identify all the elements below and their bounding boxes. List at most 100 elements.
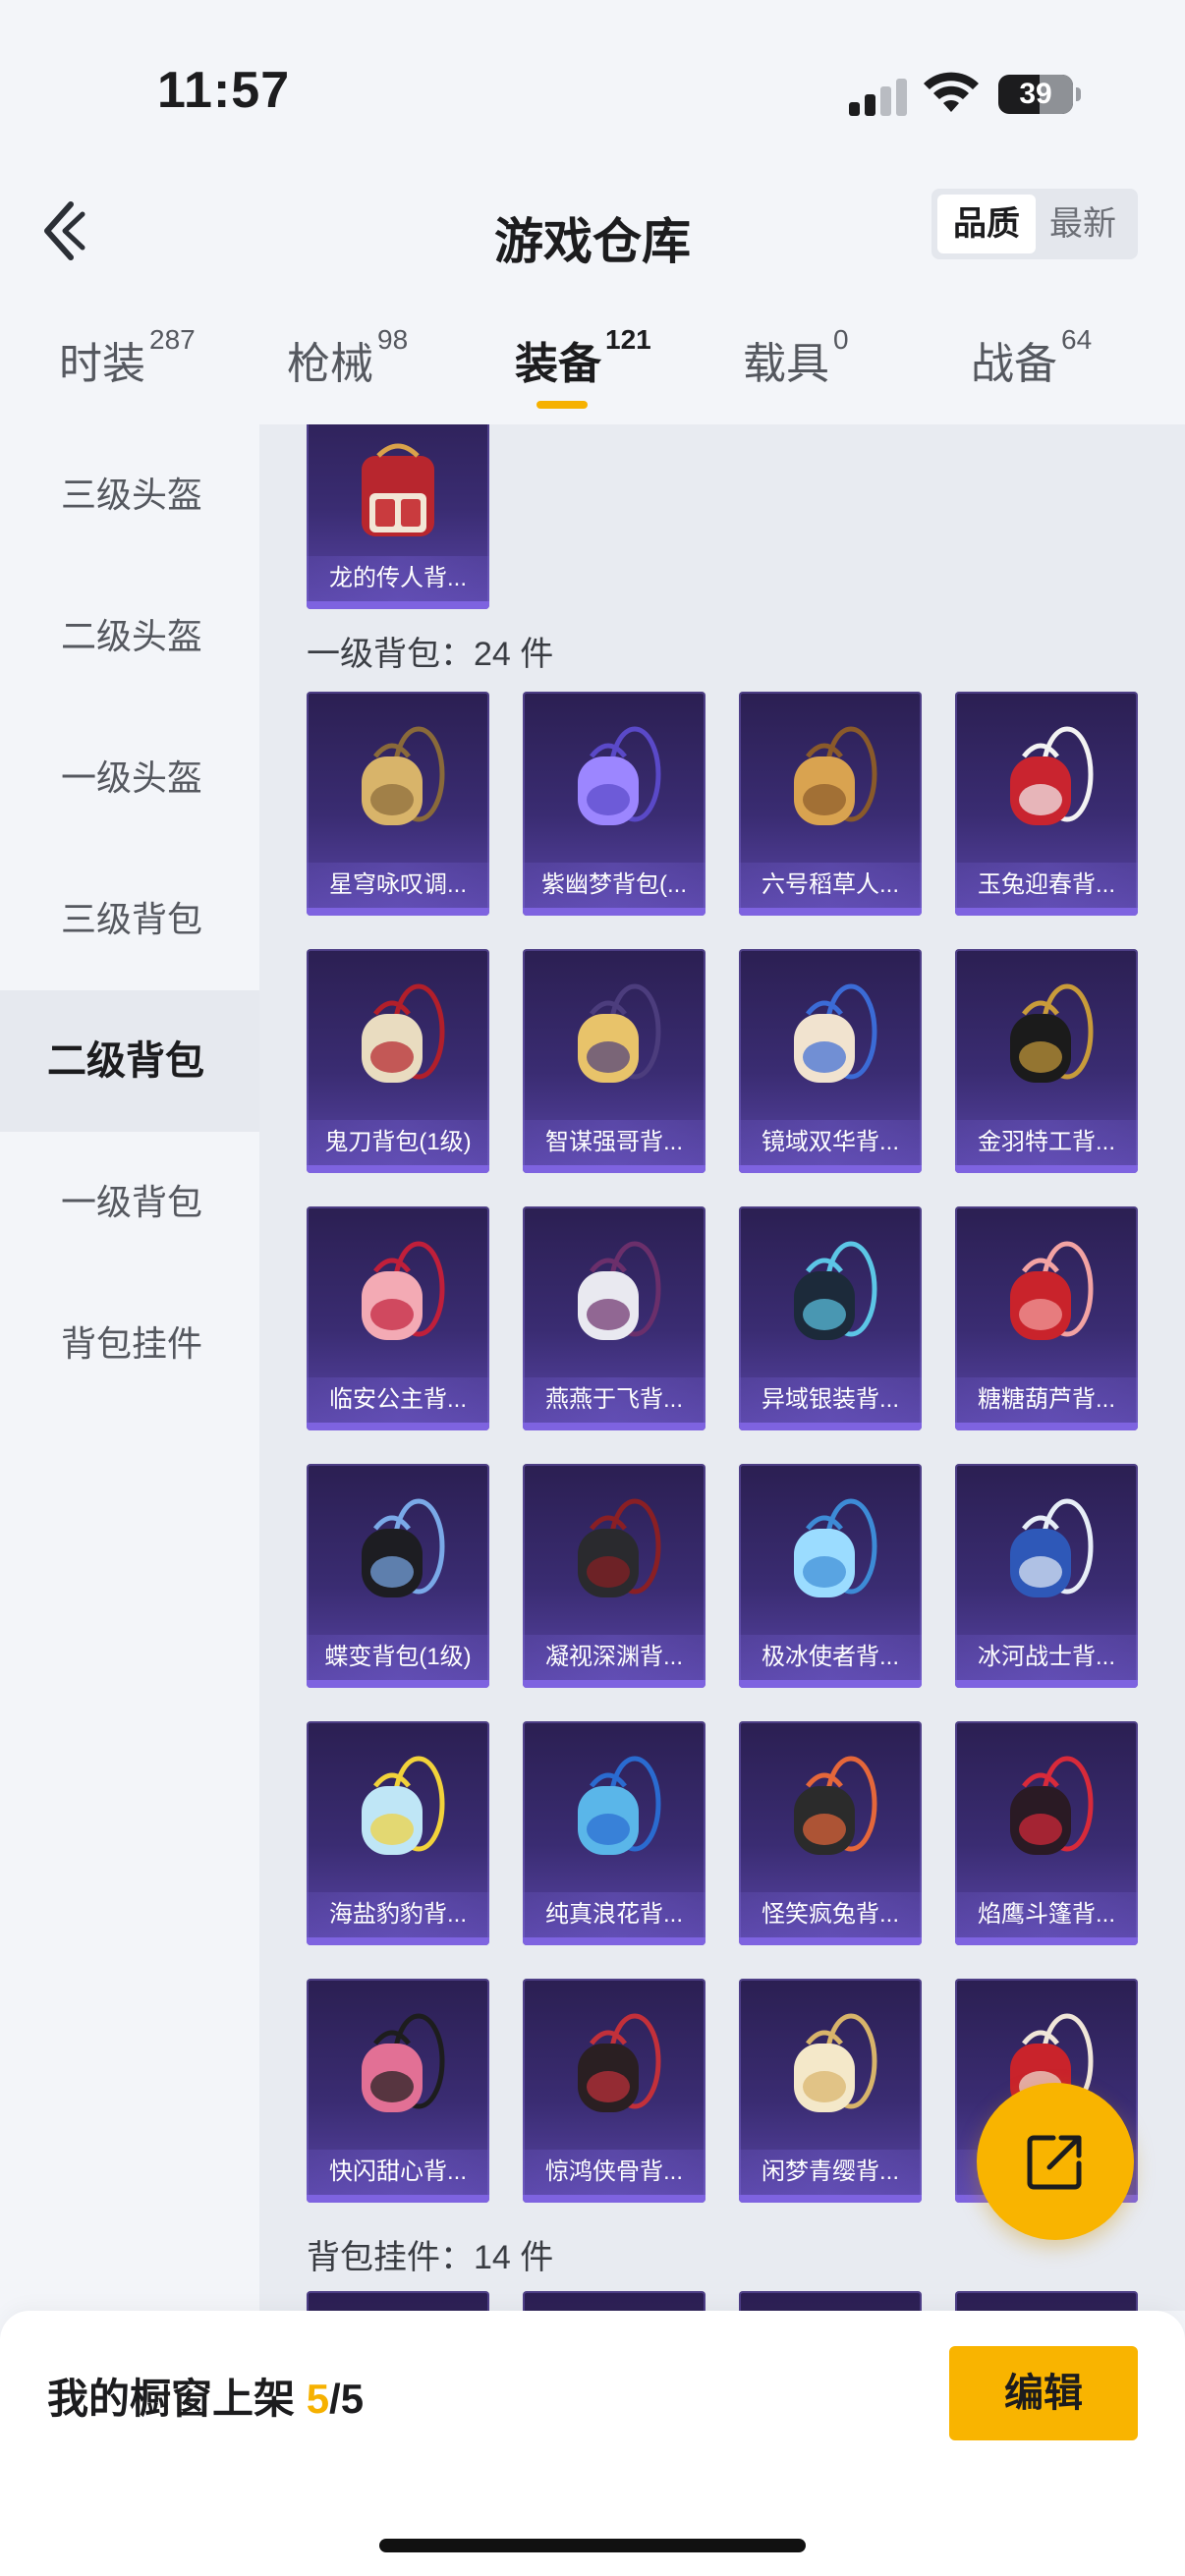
item-name: 龙的传人背... [307, 556, 489, 601]
item-card[interactable]: 快闪甜心背... [307, 1979, 489, 2203]
tab-count: 121 [605, 324, 651, 355]
item-card[interactable]: 纯真浪花背... [523, 1721, 705, 1945]
item-card[interactable]: 星穹咏叹调... [307, 692, 489, 916]
item-name: 紫幽梦背包(... [523, 863, 705, 908]
sidebar-item-helmet-1[interactable]: 一级头盔 [0, 707, 259, 849]
fan-bag-icon [578, 1241, 661, 1340]
tab-count: 98 [377, 324, 409, 355]
wave-cup-bag-icon [578, 1756, 661, 1855]
share-export-icon [1027, 2135, 1082, 2190]
butterfly-bag-icon [362, 1498, 445, 1597]
item-card-partial[interactable] [955, 2291, 1138, 2311]
item-card[interactable]: 镜域双华背... [739, 949, 922, 1173]
sidebar-item-backpack-charms[interactable]: 背包挂件 [0, 1273, 259, 1415]
item-name: 冰河战士背... [955, 1635, 1138, 1680]
item-card[interactable]: 异域银装背... [739, 1206, 922, 1430]
item-card-partial[interactable] [307, 2291, 489, 2311]
sidebar: 三级头盔 二级头盔 一级头盔 三级背包 二级背包 一级背包 背包挂件 [0, 424, 259, 2311]
item-card-partial[interactable] [739, 2291, 922, 2311]
item-name: 快闪甜心背... [307, 2150, 489, 2195]
item-card-partial[interactable] [523, 2291, 705, 2311]
abyss-backpack-icon [578, 1498, 661, 1597]
tab-equipment[interactable]: 装备121 [515, 324, 651, 391]
tab-fashion[interactable]: 时装287 [59, 324, 196, 391]
item-name: 燕燕于飞背... [523, 1377, 705, 1423]
edit-button[interactable]: 编辑 [949, 2346, 1138, 2440]
flower-bag-icon [362, 1241, 445, 1340]
sidebar-item-backpack-3[interactable]: 三级背包 [0, 849, 259, 990]
item-card[interactable]: 怪笑疯兔背... [739, 1721, 922, 1945]
gold-sling-bag-icon [362, 726, 445, 825]
item-name: 星穹咏叹调... [307, 863, 489, 908]
item-name: 鬼刀背包(1级) [307, 1120, 489, 1165]
purple-orb-bag-icon [578, 726, 661, 825]
scarecrow-bag-icon [794, 726, 877, 825]
item-card[interactable]: 焰鹰斗篷背... [955, 1721, 1138, 1945]
share-fab-button[interactable] [977, 2083, 1134, 2240]
eagle-cape-bag-icon [1010, 1756, 1094, 1855]
item-card[interactable]: 惊鸿侠骨背... [523, 1979, 705, 2203]
tab-guns[interactable]: 枪械98 [287, 324, 408, 391]
tab-count: 287 [149, 324, 196, 355]
item-card[interactable]: 六号稻草人... [739, 692, 922, 916]
item-name: 极冰使者背... [739, 1635, 922, 1680]
white-sling-bag-icon [362, 983, 445, 1083]
tab-count: 64 [1061, 324, 1093, 355]
item-name: 纯真浪花背... [523, 1892, 705, 1937]
item-card[interactable]: 智谋强哥背... [523, 949, 705, 1173]
item-card[interactable]: 金羽特工背... [955, 949, 1138, 1173]
black-backpack-icon [1010, 983, 1094, 1083]
shell-bag-icon [794, 2013, 877, 2112]
item-name: 凝视深渊背... [523, 1635, 705, 1680]
dark-pouch-icon [794, 1241, 877, 1340]
sort-latest-button[interactable]: 最新 [1034, 195, 1132, 253]
shelf-total: /5 [329, 2376, 365, 2422]
sidebar-item-backpack-2[interactable]: 二级背包 [0, 990, 259, 1132]
sidebar-item-helmet-2[interactable]: 二级头盔 [0, 566, 259, 707]
wifi-icon [924, 72, 979, 112]
shelf-status: 我的橱窗上架 5/5 [47, 2366, 364, 2426]
item-card[interactable]: 海盐豹豹背... [307, 1721, 489, 1945]
item-card[interactable]: 极冰使者背... [739, 1464, 922, 1688]
item-card[interactable]: 燕燕于飞背... [523, 1206, 705, 1430]
section-title-backpack-1: 一级背包：24 件 [307, 636, 554, 673]
item-card[interactable]: 玉兔迎春背... [955, 692, 1138, 916]
tab-label: 时装 [59, 340, 145, 388]
item-name: 惊鸿侠骨背... [523, 2150, 705, 2195]
red-round-bag-icon [1010, 1241, 1094, 1340]
item-name: 镜域双华背... [739, 1120, 922, 1165]
item-card[interactable]: 临安公主背... [307, 1206, 489, 1430]
status-time: 11:57 [157, 62, 291, 119]
black-red-backpack-icon [578, 2013, 661, 2112]
pink-camera-bag-icon [362, 2013, 445, 2112]
red-backpack-icon [362, 443, 434, 536]
sidebar-item-helmet-3[interactable]: 三级头盔 [0, 424, 259, 566]
sidebar-item-backpack-1[interactable]: 一级背包 [0, 1132, 259, 1273]
item-card[interactable]: 蝶变背包(1级) [307, 1464, 489, 1688]
sort-quality-button[interactable]: 品质 [937, 195, 1036, 253]
item-card[interactable]: 冰河战士背... [955, 1464, 1138, 1688]
red-backpack-icon [1010, 726, 1094, 825]
item-card[interactable]: 凝视深渊背... [523, 1464, 705, 1688]
ice-crystal-bag-icon [794, 1498, 877, 1597]
bottom-bar: 我的橱窗上架 5/5 编辑 [0, 2311, 1185, 2576]
shelf-label: 我的橱窗上架 [47, 2376, 296, 2422]
tab-label: 载具 [743, 340, 829, 388]
tab-combat-gear[interactable]: 战备64 [971, 324, 1092, 391]
item-card[interactable]: 龙的传人背... [307, 424, 489, 609]
battery-level: 39 [1019, 78, 1052, 110]
item-name: 焰鹰斗篷背... [955, 1892, 1138, 1937]
shelf-current: 5 [306, 2376, 330, 2422]
item-card[interactable]: 紫幽梦背包(... [523, 692, 705, 916]
item-card[interactable]: 闲梦青缨背... [739, 1979, 922, 2203]
section-title-backpack-charms: 背包挂件：14 件 [307, 2239, 554, 2276]
heart-bag-icon [794, 983, 877, 1083]
item-card[interactable]: 鬼刀背包(1级) [307, 949, 489, 1173]
tab-vehicles[interactable]: 载具0 [743, 324, 849, 391]
blue-backpack-icon [1010, 1498, 1094, 1597]
item-name: 玉兔迎春背... [955, 863, 1138, 908]
item-card[interactable]: 糖糖葫芦背... [955, 1206, 1138, 1430]
item-name: 临安公主背... [307, 1377, 489, 1423]
face-bag-icon [578, 983, 661, 1083]
sort-toggle: 品质 最新 [931, 189, 1138, 259]
